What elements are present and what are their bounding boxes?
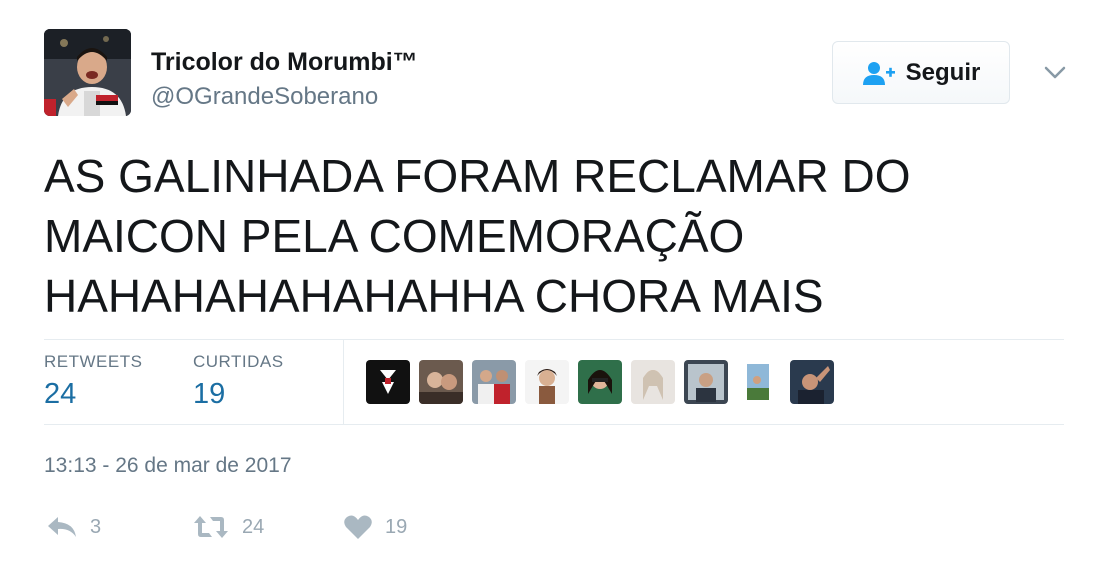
liker-avatar[interactable]	[578, 360, 622, 404]
liker-avatar-image	[525, 360, 569, 404]
tweet-text-line: HAHAHAHAHAHAHHA CHORA MAIS	[44, 270, 824, 322]
liker-avatar[interactable]	[737, 360, 781, 404]
liker-avatar[interactable]	[419, 360, 463, 404]
liker-avatar[interactable]	[684, 360, 728, 404]
liker-avatar[interactable]	[790, 360, 834, 404]
reply-count: 3	[90, 515, 102, 538]
likes-label: CURTIDAS	[193, 352, 284, 371]
liker-avatar-image	[419, 360, 463, 404]
stats-separator	[343, 340, 344, 424]
avatar-image	[44, 29, 131, 116]
retweet-icon	[194, 516, 228, 538]
tweet-card: Tricolor do Morumbi™ @OGrandeSoberano Se…	[0, 0, 1096, 575]
tweet-text: AS GALINHADA FORAM RECLAMAR DO MAICON PE…	[44, 146, 1044, 326]
retweets-label: RETWEETS	[44, 352, 143, 371]
liker-avatar-image	[578, 360, 622, 404]
retweets-count: 24	[44, 378, 77, 410]
follow-label: Seguir	[905, 58, 981, 86]
avatar[interactable]	[44, 29, 131, 116]
stats-bottom-divider	[44, 424, 1064, 425]
retweet-action[interactable]: 24	[192, 512, 264, 542]
heart-icon	[344, 515, 372, 539]
liker-avatar-image	[631, 360, 675, 404]
retweets-stat[interactable]: RETWEETS 24	[44, 352, 142, 411]
liker-avatar-image	[737, 360, 781, 404]
retweet-count: 24	[242, 515, 265, 538]
tweet-text-line: AS GALINHADA FORAM RECLAMAR DO	[44, 150, 911, 202]
liker-avatar[interactable]	[525, 360, 569, 404]
reply-action[interactable]: 3	[46, 512, 101, 542]
liker-avatar-image	[366, 360, 410, 404]
stats-top-divider	[44, 339, 1064, 340]
chevron-down-icon	[1044, 66, 1066, 79]
likes-count: 19	[193, 378, 226, 410]
likes-stat[interactable]: CURTIDAS 19	[193, 352, 284, 411]
liker-avatar[interactable]	[631, 360, 675, 404]
tweet-menu-button[interactable]	[1040, 60, 1070, 84]
liker-avatar[interactable]	[366, 360, 410, 404]
like-count: 19	[385, 515, 408, 538]
tweet-timestamp[interactable]: 13:13 - 26 de mar de 2017	[44, 454, 292, 478]
liker-avatar-image	[684, 360, 728, 404]
liker-avatar-image	[790, 360, 834, 404]
like-action[interactable]: 19	[343, 512, 407, 542]
liker-avatar-image	[472, 360, 516, 404]
tweet-text-line: MAICON PELA COMEMORAÇÃO	[44, 210, 745, 262]
display-name[interactable]: Tricolor do Morumbi™	[151, 48, 418, 77]
follow-button[interactable]: Seguir	[832, 41, 1010, 104]
user-handle[interactable]: @OGrandeSoberano	[151, 83, 378, 111]
reply-icon	[48, 517, 76, 537]
liker-avatar[interactable]	[472, 360, 516, 404]
add-user-icon	[862, 61, 895, 85]
